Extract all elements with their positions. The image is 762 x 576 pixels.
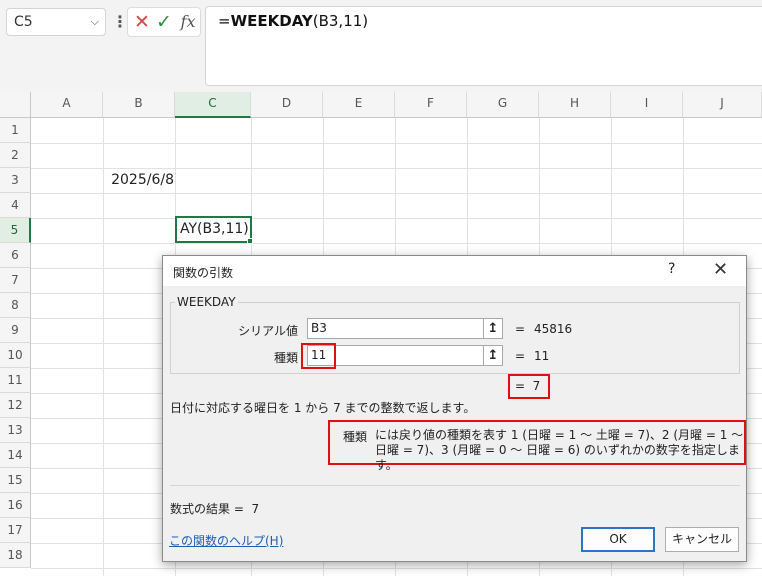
column-header[interactable]: B [103,92,175,118]
arg-equals: = [515,349,526,363]
column-header[interactable]: H [539,92,611,118]
close-icon[interactable]: ✕ [713,259,728,280]
collapse-dialog-icon[interactable]: ↥ [483,345,503,366]
arg-description-name: 種類 [343,430,368,444]
row-header[interactable]: 11 [0,368,31,393]
formula-prefix: = [218,12,231,30]
arg-description-text: には戻り値の種類を表す 1 (日曜 = 1 ～ 土曜 = 7)、2 (月曜 = … [375,428,744,472]
formula-result-value: 7 [251,502,260,516]
arg-result-serial: 45816 [534,322,573,336]
arg-label-serial: シリアル値 [238,324,298,338]
select-all-corner[interactable] [0,92,31,118]
row-header[interactable]: 8 [0,293,31,318]
name-box-value: C5 [14,14,33,30]
column-header[interactable]: F [395,92,467,118]
formula-input[interactable]: =WEEKDAY(B3,11) [205,6,762,86]
dialog-titlebar: 関数の引数 ? ✕ [163,256,746,286]
column-header-active[interactable]: C [175,92,251,118]
enter-icon[interactable]: ✓ [154,12,174,32]
row-header[interactable]: 4 [0,193,31,218]
chevron-down-icon[interactable]: ⌵ [91,9,99,35]
help-icon[interactable]: ? [668,261,675,277]
row-header[interactable]: 18 [0,543,31,568]
arg-result-type: 11 [534,349,550,363]
function-result: = 7 [515,379,541,393]
row-header[interactable]: 15 [0,468,31,493]
dialog-title: 関数の引数 [173,266,234,280]
formula-result: 数式の結果 = 7 [170,500,259,517]
formula-args: (B3,11) [312,12,369,30]
row-header[interactable]: 14 [0,443,31,468]
function-description: 日付に対応する曜日を 1 から 7 までの整数で返します。 [170,401,476,415]
grid-line [31,218,762,219]
row-header[interactable]: 9 [0,318,31,343]
formula-function: WEEKDAY [230,12,313,30]
arg-input-serial[interactable]: B3 [307,318,503,339]
column-header[interactable]: D [251,92,323,118]
grid-line [31,143,762,144]
arg-input-type[interactable]: 11 [307,345,503,366]
row-header[interactable]: 3 [0,168,31,193]
cancel-icon[interactable]: ✕ [132,12,152,32]
row-header[interactable]: 7 [0,268,31,293]
collapse-dialog-icon[interactable]: ↥ [483,318,503,339]
grid-line [31,568,762,569]
fill-handle[interactable] [247,238,253,244]
grid-line [31,193,762,194]
column-header[interactable]: I [611,92,683,118]
cancel-button[interactable]: キャンセル [665,527,739,552]
insert-function-icon[interactable]: fx [178,12,198,32]
grid-line [31,243,762,244]
formula-buttons: ✕ ✓ fx [127,7,201,37]
row-header[interactable]: 1 [0,118,31,143]
function-name-label: WEEKDAY [175,295,238,309]
row-header[interactable]: 2 [0,143,31,168]
row-header[interactable]: 17 [0,518,31,543]
formula-result-label: 数式の結果 = [170,502,244,516]
cell-c5-active[interactable]: AY(B3,11) [175,216,252,243]
row-header-active[interactable]: 5 [0,218,31,243]
formula-bar-area: C5 ⌵ ⋮ ✕ ✓ fx =WEEKDAY(B3,11) [0,0,762,92]
highlight-box [301,343,336,369]
column-header[interactable]: E [323,92,395,118]
arg-label-type: 種類 [273,351,298,365]
name-box[interactable]: C5 ⌵ [6,8,106,36]
row-header[interactable]: 10 [0,343,31,368]
row-header[interactable]: 16 [0,493,31,518]
column-header[interactable]: G [467,92,539,118]
ok-button[interactable]: OK [581,527,655,552]
function-arguments-dialog: 関数の引数 ? ✕ WEEKDAY シリアル値 B3 ↥ = 45816 種類 … [162,255,747,562]
row-header[interactable]: 12 [0,393,31,418]
row-header[interactable]: 6 [0,243,31,268]
more-options-icon[interactable]: ⋮ [112,10,128,34]
column-header[interactable]: J [683,92,762,118]
row-header[interactable]: 13 [0,418,31,443]
cell-b3[interactable]: 2025/6/8 [104,168,176,193]
arg-equals: = [515,322,526,336]
function-help-link[interactable]: この関数のヘルプ(H) [169,532,283,549]
divider [170,485,740,486]
column-header[interactable]: A [31,92,103,118]
